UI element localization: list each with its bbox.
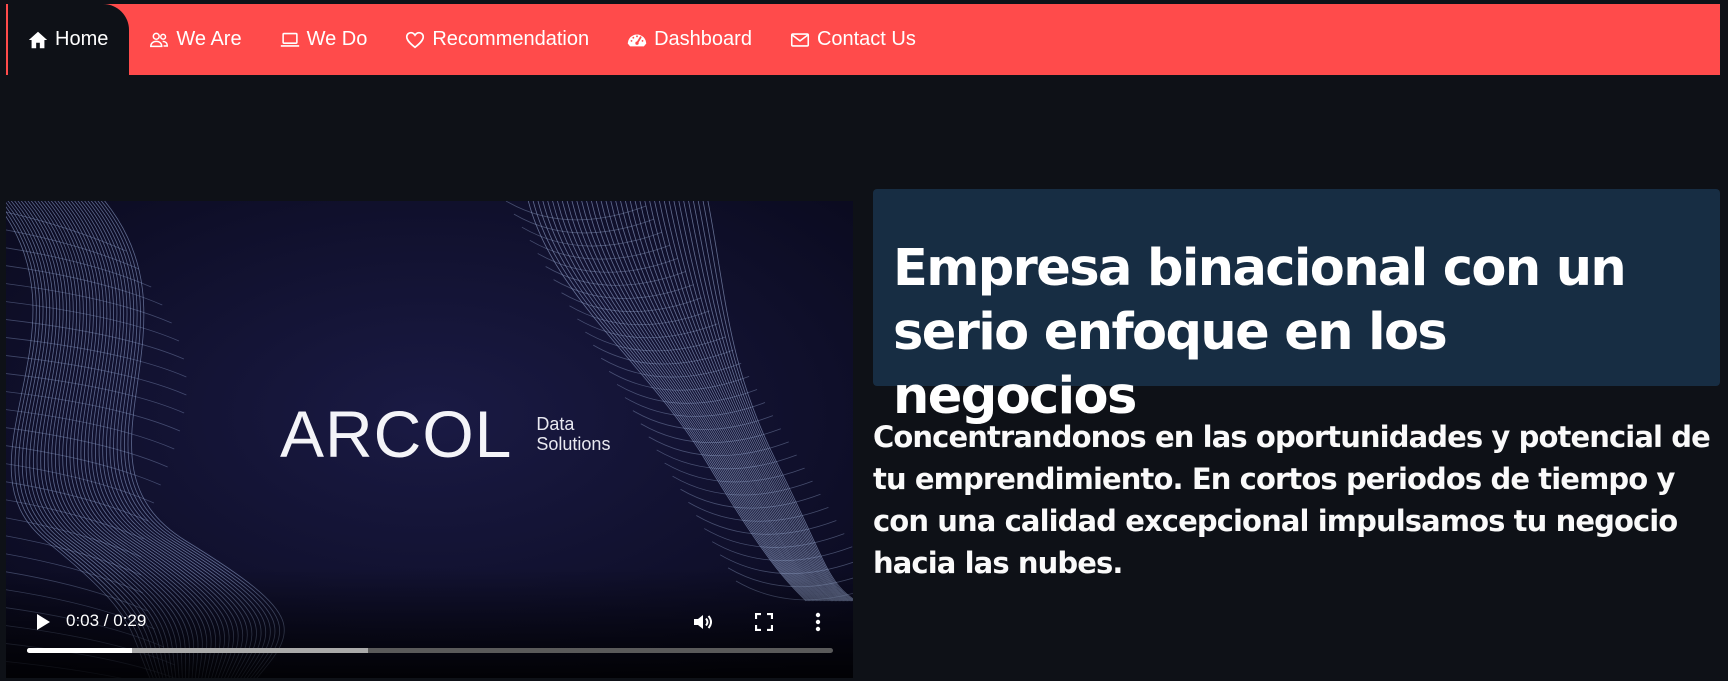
play-button[interactable] <box>26 605 60 639</box>
nav-item-label: Recommendation <box>432 28 590 50</box>
heart-icon <box>406 31 425 48</box>
hero-title-box: Empresa binacional con un serio enfoque … <box>873 189 1720 426</box>
volume-button[interactable] <box>688 606 720 638</box>
brand-sub-line: Solutions <box>536 434 611 454</box>
hero-description: Concentrandonos en las oportunidades y p… <box>873 420 1711 580</box>
nav-item-contact-us[interactable]: Contact Us <box>770 4 934 75</box>
fullscreen-icon <box>755 613 773 631</box>
nav-item-we-do[interactable]: We Do <box>260 4 386 75</box>
nav-item-dashboard[interactable]: Dashboard <box>607 4 770 75</box>
play-icon <box>37 614 50 630</box>
nav-item-label: We Are <box>176 28 242 50</box>
more-vertical-icon <box>815 612 821 632</box>
nav-item-home[interactable]: Home <box>8 4 130 75</box>
nav-item-label: Home <box>55 28 109 50</box>
time-display: 0:03 / 0:29 <box>66 611 147 630</box>
nav-item-label: Dashboard <box>654 28 752 50</box>
speedometer-icon <box>627 34 647 46</box>
laptop-icon <box>280 32 299 47</box>
brand-name: ARCOL <box>280 397 513 471</box>
house-icon <box>28 31 48 48</box>
nav-item-recommendation[interactable]: Recommendation <box>385 4 607 75</box>
video-player[interactable]: ARCOL Data Solutions 0:03 / 0:29 <box>6 201 853 678</box>
top-nav: Home We Are We Do Recommendation Dashboa… <box>6 4 1720 75</box>
people-icon <box>150 32 169 47</box>
more-options-button[interactable] <box>806 606 830 638</box>
nav-item-label: Contact Us <box>816 28 916 50</box>
progress-played <box>27 648 132 653</box>
hero-title: Empresa binacional con un serio enfoque … <box>893 239 1627 426</box>
volume-icon <box>694 615 712 629</box>
nav-item-we-are[interactable]: We Are <box>129 4 259 75</box>
video-progress-bar[interactable] <box>27 648 833 653</box>
video-brand: ARCOL Data Solutions <box>280 401 610 467</box>
brand-subtitle: Data Solutions <box>536 414 610 454</box>
envelope-icon <box>790 32 809 47</box>
fullscreen-button[interactable] <box>748 606 780 638</box>
nav-item-label: We Do <box>306 28 368 50</box>
brand-sub-line: Data <box>536 414 575 434</box>
